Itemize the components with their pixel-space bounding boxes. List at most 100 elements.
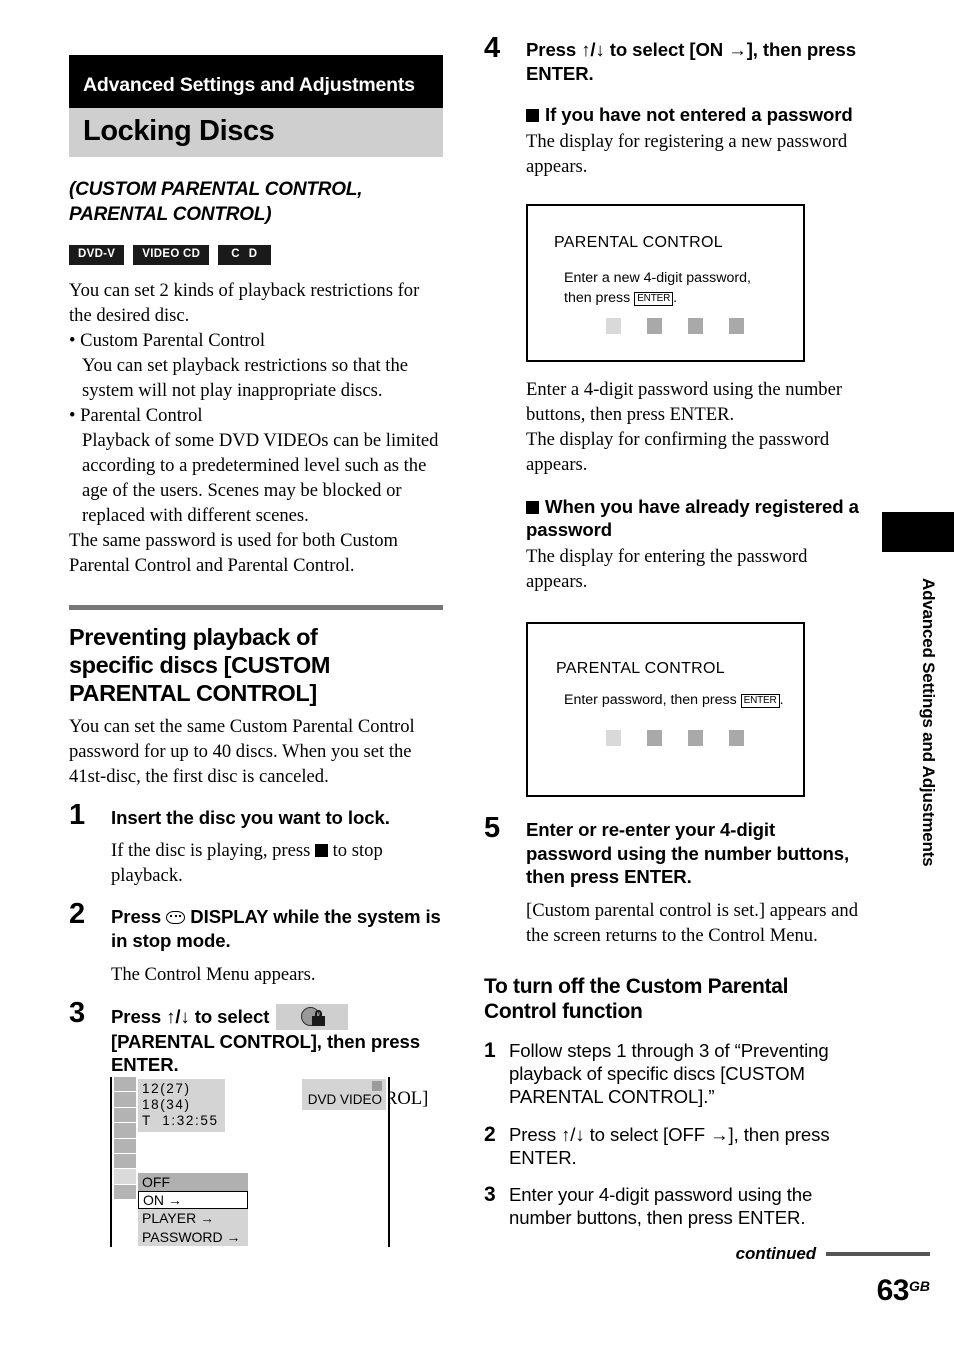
- turn-off-step-1: 1 Follow steps 1 through 3 of “Preventin…: [484, 1039, 862, 1108]
- step-1-body: If the disc is playing, press to stop pl…: [111, 838, 443, 888]
- control-menu-disc-type: DVD VIDEO: [301, 1079, 386, 1111]
- password-box: [688, 317, 703, 334]
- dialog-1-line-1: Enter a new 4-digit password,: [564, 269, 751, 286]
- disc-format-badges: DVD-V VIDEO CD C D: [69, 245, 443, 265]
- osd-info-line-1: 12(27): [142, 1081, 191, 1096]
- section-heading: Preventing playback of specific discs [C…: [69, 623, 443, 708]
- parental-control-lock-icon: [276, 1003, 349, 1030]
- dialog-2-line-1-after: .: [779, 692, 784, 709]
- dialog-1-line-2-before: then press: [564, 289, 635, 306]
- step-5: 5 Enter or re-enter your 4-digit passwor…: [484, 814, 862, 948]
- turn-off-step-2: 2 Press ↑/↓ to select [OFF →], then pres…: [484, 1123, 862, 1169]
- thumb-tab-marker: [882, 512, 954, 552]
- osd-info-line-2: 18(34): [142, 1097, 191, 1113]
- password-box: [729, 730, 744, 747]
- turn-off-step-3-number: 3: [484, 1182, 496, 1206]
- password-box: [647, 730, 662, 747]
- page-footer: continued 63GB: [630, 1244, 930, 1308]
- step-5-number: 5: [484, 812, 501, 845]
- dialog-2-password-boxes: [606, 730, 744, 747]
- dialog-2-line-1-before: Enter password, then press: [564, 692, 741, 709]
- step-2-number: 2: [69, 898, 86, 931]
- bullet-2-body: Playback of some DVD VIDEOs can be limit…: [82, 429, 439, 526]
- osd-disc-label: DVD VIDEO: [307, 1092, 382, 1107]
- disc-marker-icon: [372, 1081, 382, 1091]
- right-column: 4 Press ↑/↓ to select [ON →], then press…: [484, 34, 862, 1229]
- intro-paragraph-2: The same password is used for both Custo…: [69, 529, 398, 576]
- password-box: [606, 317, 621, 334]
- page-subtitle: (CUSTOM PARENTAL CONTROL, PARENTAL CONTR…: [69, 177, 443, 227]
- dialog-2-line-1: Enter password, then press ENTER.: [564, 690, 784, 710]
- dialog-2-title: PARENTAL CONTROL: [556, 660, 725, 678]
- control-menu-options: OFF ON → PLAYER → PASSWORD →: [138, 1173, 248, 1246]
- continued-row: continued: [630, 1244, 930, 1264]
- section-heading-line-2: specific discs [CUSTOM: [69, 652, 331, 679]
- intro-paragraph-1: You can set 2 kinds of playback restrict…: [69, 279, 420, 326]
- step-2: 2 Press DISPLAY while the system is in s…: [69, 900, 443, 986]
- control-menu-info-block: 12(27) 18(34) T 1:32:55: [138, 1079, 225, 1132]
- section-divider: [69, 604, 443, 610]
- block-1-title-text: If you have not entered a password: [545, 104, 853, 126]
- osd-option-player[interactable]: PLAYER →: [138, 1209, 248, 1228]
- bullet-glyph: •: [69, 329, 81, 351]
- enter-key-icon: ENTER: [634, 291, 674, 307]
- osd-option-off[interactable]: OFF: [138, 1173, 248, 1192]
- step-5-body: [Custom parental control is set.] appear…: [526, 899, 859, 946]
- dialog-2-text: Enter password, then press ENTER.: [564, 690, 784, 710]
- bullet-2-title: Parental Control: [80, 404, 203, 426]
- password-box: [606, 730, 621, 747]
- osd-info-line-3: T 1:32:55: [142, 1113, 219, 1129]
- dialog-1-line-2-after: .: [673, 289, 678, 306]
- step-1-heading: Insert the disc you want to lock.: [111, 806, 390, 828]
- square-bullet-icon: [526, 109, 539, 123]
- control-menu-icon-column: [114, 1077, 136, 1201]
- bullet-1-title: Custom Parental Control: [80, 329, 266, 351]
- password-box: [729, 317, 744, 334]
- step-4-block-1-body: The display for registering a new passwo…: [526, 130, 848, 177]
- turn-off-step-2-number: 2: [484, 1122, 496, 1146]
- menu-icon-cell: [114, 1107, 136, 1124]
- step-4-block-2-body: The display for entering the password ap…: [526, 546, 808, 593]
- page-title: Locking Discs: [69, 107, 443, 157]
- chapter-banner: Advanced Settings and Adjustments: [69, 55, 443, 108]
- turn-off-heading-line-1: To turn off the Custom Parental: [484, 974, 789, 998]
- step-3-heading-after: [PARENTAL CONTROL], then press ENTER.: [111, 1030, 420, 1076]
- subtitle-line-1: (CUSTOM PARENTAL CONTROL,: [69, 178, 363, 200]
- section-heading-line-3: PARENTAL CONTROL]: [69, 680, 317, 707]
- osd-option-password[interactable]: PASSWORD →: [138, 1227, 248, 1246]
- dialog-1-title: PARENTAL CONTROL: [554, 233, 723, 251]
- step-2-body: The Control Menu appears.: [111, 963, 316, 985]
- password-box: [647, 317, 662, 334]
- turn-off-heading: To turn off the Custom Parental Control …: [484, 974, 862, 1025]
- manual-page: Advanced Settings and Adjustments Lockin…: [0, 0, 954, 1352]
- step-4-block-1-title: If you have not entered a password: [526, 103, 862, 127]
- step-4: 4 Press ↑/↓ to select [ON →], then press…: [484, 34, 862, 798]
- lock-body-shape: [312, 1015, 326, 1026]
- subtitle-line-2: PARENTAL CONTROL): [69, 204, 272, 226]
- step-2-heading: Press DISPLAY while the system is in sto…: [111, 905, 443, 952]
- step-5-heading: Enter or re-enter your 4-digit password …: [526, 819, 850, 888]
- menu-icon-cell: [114, 1092, 136, 1108]
- enter-key-icon: ENTER: [740, 694, 780, 709]
- left-column: Advanced Settings and Adjustments Lockin…: [69, 55, 443, 1136]
- turn-off-step-3-text: Enter your 4-digit password using the nu…: [509, 1183, 813, 1228]
- parental-control-dialog-new-password: PARENTAL CONTROL Enter a new 4-digit pas…: [526, 203, 805, 362]
- intro-bullet-list: • Custom Parental Control You can set pl…: [69, 328, 443, 528]
- page-number-suffix: GB: [909, 1278, 930, 1294]
- bullet-1-body: You can set playback restrictions so tha…: [82, 354, 409, 401]
- step-3-heading-before: Press ↑/↓ to select: [111, 1005, 275, 1027]
- step-4-heading: Press ↑/↓ to select [ON →], then press E…: [526, 39, 856, 84]
- turn-off-heading-line-2: Control function: [484, 1000, 643, 1024]
- step-4-after-dialog-1-p1: Enter a 4-digit password using the numbe…: [526, 378, 843, 425]
- badge-dvd-v: DVD-V: [69, 245, 125, 265]
- section-heading-line-1: Preventing playback of: [69, 623, 318, 650]
- step-3-number: 3: [69, 996, 86, 1029]
- step-2-heading-before: Press: [111, 906, 167, 928]
- menu-icon-cell: [114, 1077, 136, 1093]
- square-bullet-icon: [526, 500, 539, 514]
- list-item: • Parental Control Playback of some DVD …: [69, 403, 443, 528]
- badge-cd: C D: [218, 245, 272, 265]
- osd-option-on[interactable]: ON →: [138, 1191, 248, 1210]
- turn-off-step-2-text: Press ↑/↓ to select [OFF →], then press …: [509, 1123, 830, 1168]
- parental-control-dialog-enter-password: PARENTAL CONTROL Enter password, then pr…: [526, 622, 805, 798]
